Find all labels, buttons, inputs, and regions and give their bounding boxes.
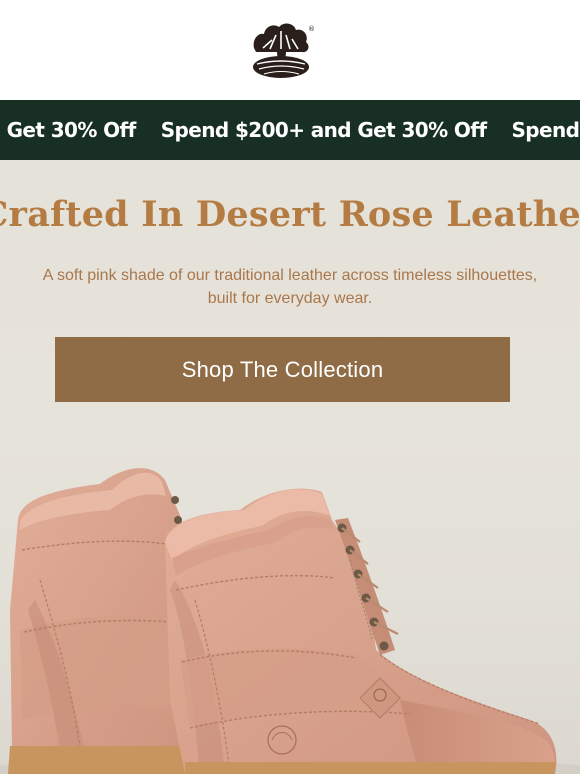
desert-rose-boots-image[interactable] — [0, 450, 580, 774]
registered-mark: ® — [308, 25, 315, 33]
promo-item[interactable]: Spend $200+ and Get 30% Off — [161, 118, 512, 142]
promo-banner[interactable]: Spend $200+ and Get 30% Off Spend $200+ … — [0, 100, 580, 160]
email-page: ® Spend $200+ and Get 30% Off Spend $200… — [0, 0, 580, 774]
shop-collection-button[interactable]: Shop The Collection — [55, 337, 510, 402]
promo-item[interactable]: Spend $200+ and Get 30% Off — [0, 118, 161, 142]
promo-track: Spend $200+ and Get 30% Off Spend $200+ … — [0, 100, 580, 160]
hero-title: Crafted In Desert Rose Leather — [0, 194, 580, 235]
promo-item[interactable]: Spend $200+ and Get 30% Off — [512, 118, 580, 142]
hero-subtitle: A soft pink shade of our traditional lea… — [42, 267, 538, 307]
hero-section: Crafted In Desert Rose Leather A soft pi… — [0, 160, 580, 774]
tree-logo-icon[interactable]: ® — [248, 18, 316, 82]
logo-header: ® — [0, 0, 580, 100]
